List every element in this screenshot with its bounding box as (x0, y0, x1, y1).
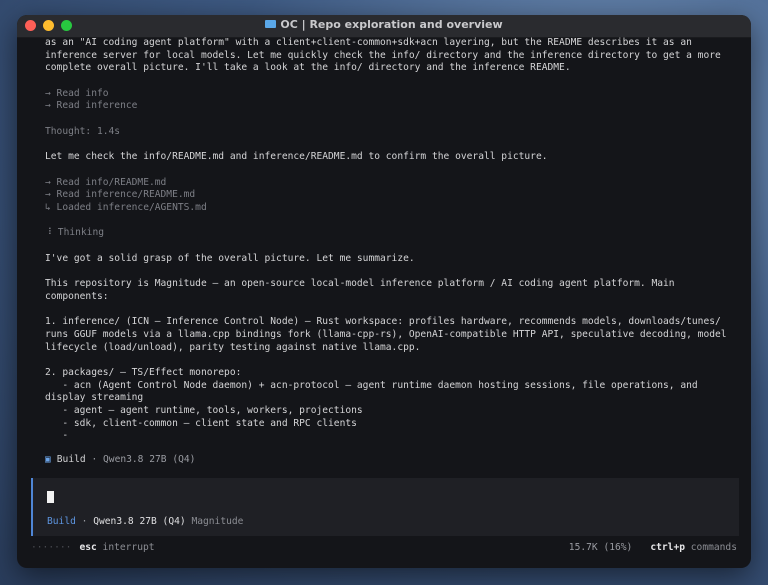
tool-line: → Read info/README.md (45, 176, 167, 188)
window-title: OC | Repo exploration and overview (17, 18, 751, 31)
input-meta: Build · Qwen3.8 27B (Q4) Magnitude (47, 516, 243, 527)
tool-line: ⠸ Thinking (45, 227, 105, 239)
text-cursor (47, 491, 54, 503)
message-line: I've got a solid grasp of the overall pi… (45, 252, 415, 264)
message-line: Let me check the info/README.md and infe… (45, 151, 548, 163)
agent-status: ▣ Build · Qwen3.8 27B (Q4) (45, 454, 195, 465)
tool-line: Thought: 1.4s (45, 125, 121, 137)
title-bar: OC | Repo exploration and overview (17, 15, 751, 38)
spinner-dots: ······· (31, 542, 72, 553)
status-separator: · (91, 454, 98, 465)
message-line: runs GGUF models via a llama.cpp binding… (45, 328, 727, 340)
footer-bar: ······· esc interrupt 15.7K (16%) ctrl+p c… (31, 542, 737, 556)
input-project: Magnitude (191, 516, 244, 527)
input-mode[interactable]: Build (47, 516, 76, 527)
message-line: - (45, 430, 69, 442)
message-line: - acn (Agent Control Node daemon) + acn-… (45, 379, 698, 391)
status-mode: Build (56, 454, 86, 465)
folder-icon (265, 20, 277, 28)
commands-label: commands (690, 542, 737, 553)
message-line: complete overall picture. I'll take a lo… (45, 62, 571, 74)
window-title-text: OC | Repo exploration and overview (280, 18, 503, 31)
message-line: as an "AI coding agent platform" with a … (45, 37, 692, 48)
ctrl-p-key[interactable]: ctrl+p (650, 542, 685, 553)
message-line: This repository is Magnitude — an open-s… (45, 278, 675, 290)
message-line: components: (45, 290, 109, 302)
message-line: 1. inference/ (ICN — Inference Control N… (45, 316, 721, 328)
tool-line: → Read inference (45, 100, 138, 112)
message-line: 2. packages/ — TS/Effect monorepo: (45, 366, 242, 378)
status-model: Qwen3.8 27B (Q4) (103, 454, 196, 465)
esc-key[interactable]: esc (79, 542, 96, 553)
transcript: as an "AI coding agent platform" with a … (45, 37, 735, 443)
input-model[interactable]: Qwen3.8 27B (Q4) (93, 516, 185, 527)
input-separator: · (81, 516, 88, 527)
tool-line: → Read inference/README.md (45, 189, 196, 201)
footer-right: 15.7K (16%) ctrl+p commands (569, 542, 737, 553)
message-line: - sdk, client-common — client state and … (45, 417, 357, 429)
build-square-icon: ▣ (45, 454, 51, 465)
message-line: display streaming (45, 392, 144, 404)
message-line: - agent — agent runtime, tools, workers,… (45, 404, 363, 416)
token-usage: 15.7K (16%) (568, 542, 633, 553)
message-line: inference server for local models. Let m… (45, 49, 721, 61)
message-line: lifecycle (load/unload), parity testing … (45, 341, 421, 353)
terminal-window: OC | Repo exploration and overview as an… (17, 15, 751, 568)
esc-label: interrupt (102, 542, 155, 553)
prompt-input[interactable]: Build · Qwen3.8 27B (Q4) Magnitude (31, 478, 739, 536)
tool-line: ↳ Loaded inference/AGENTS.md (45, 201, 207, 213)
tool-line: → Read info (45, 87, 109, 99)
